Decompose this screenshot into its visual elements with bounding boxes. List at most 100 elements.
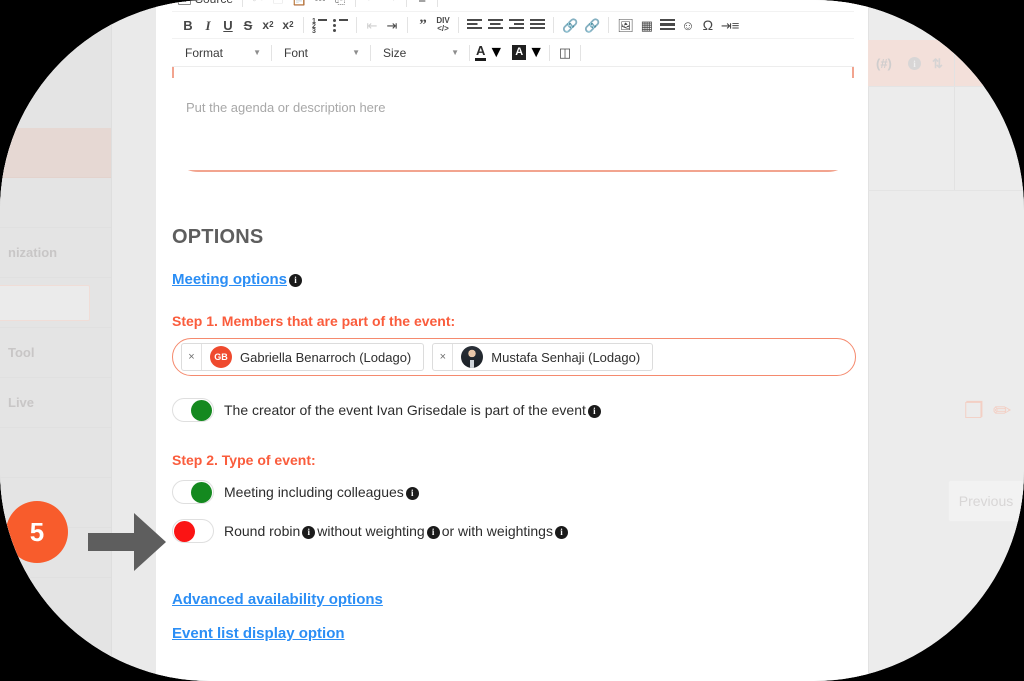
unlink-icon[interactable]: 🔗 [581,15,603,35]
size-select-value: Size [383,45,407,60]
bulleted-list-icon[interactable] [330,15,351,35]
page-break-icon[interactable]: ⇥≡ [718,15,742,35]
previous-button: Previous [948,480,1024,522]
main-content: 〈〉 Source ✂ 🗋 📋 ⎓ ⎘ ↶ ↷ ≡ B I U [156,0,868,681]
member-name: Gabriella Benarroch (Lodago) [240,349,412,365]
align-center-icon[interactable] [485,15,506,35]
background-divider [954,40,955,190]
outdent-icon[interactable]: ⇤ [362,15,382,35]
creator-toggle-row: The creator of the event Ivan Grisedale … [172,398,862,422]
paste-icon[interactable]: 📋 [288,0,310,9]
table-icon[interactable]: ▦ [637,15,657,35]
event-list-display-option-link[interactable]: Event list display option [172,625,345,642]
step1-label: Step 1. Members that are part of the eve… [172,313,456,329]
paste-text-icon[interactable]: ⎓ [310,0,330,9]
smiley-icon[interactable]: ☺ [678,15,698,35]
horizontal-rule-icon[interactable] [657,15,678,35]
chevron-down-icon: ▼ [352,48,360,57]
copy-icon[interactable]: 🗋 [268,0,288,9]
info-icon[interactable]: i [554,525,568,539]
info-icon[interactable]: i [426,525,440,539]
indent-icon[interactable]: ⇥ [382,15,402,35]
round-robin-label: Round robin i without weighting i or with we… [224,523,570,539]
superscript-icon[interactable]: x2 [278,15,298,35]
redo-icon[interactable]: ↷ [381,0,401,9]
toolbar-separator [458,17,459,33]
blockquote-icon[interactable]: ” [413,15,433,35]
members-input-field[interactable]: × GB Gabriella Benarroch (Lodago) × Must… [172,338,856,376]
toolbar-row-formatting: B I U S x2 x2 123 ⇤ ⇥ ” DIV </> 🔗 🔗 🖼 ▦ … [172,12,854,39]
options-section: OPTIONS Meeting options i Step 1. Members… [172,226,862,643]
numbered-list-icon[interactable]: 123 [309,15,330,35]
round-robin-toggle[interactable] [172,519,214,543]
strikethrough-icon[interactable]: S [238,15,258,35]
toolbar-separator [406,0,408,7]
div-container-icon[interactable]: DIV </> [433,15,453,35]
info-icon[interactable]: i [405,486,419,500]
italic-icon[interactable]: I [198,15,218,35]
font-select[interactable]: Font ▼ [277,42,365,64]
advanced-availability-options-link[interactable]: Advanced availability options [172,591,383,608]
bold-icon[interactable]: B [178,15,198,35]
member-name: Mustafa Senhaji (Lodago) [491,349,641,365]
background-column-header: (#) [876,56,892,71]
chevron-down-icon: ▼ [451,48,459,57]
background-sidebar-row [0,428,111,478]
font-select-value: Font [284,45,309,60]
underline-icon[interactable]: U [218,15,238,35]
background-input-box [0,284,90,321]
remove-member-button[interactable]: × [433,344,454,370]
background-sidebar-row: Tool [0,328,111,378]
show-blocks-icon[interactable]: ◫ [555,43,575,63]
background-sidebar-row [0,178,111,228]
omega-icon[interactable]: Ω [698,15,718,35]
creator-part-of-event-toggle[interactable] [172,398,214,422]
format-select[interactable]: Format ▼ [178,42,266,64]
screen-mask: nization Tool Live (#) i ⇅ ❐ ✏ Previous … [0,0,1024,681]
step-number-badge: 5 [6,501,68,563]
align-left-icon[interactable] [464,15,485,35]
background-sidebar-row: Live [0,378,111,428]
link-icon[interactable]: 🔗 [559,15,581,35]
description-editor[interactable]: Put the agenda or description here [172,78,854,170]
source-button[interactable]: 〈〉 Source [177,0,237,6]
chevron-down-icon: ▼ [253,48,261,57]
background-color-button[interactable]: A ▼ [512,44,544,62]
member-chip[interactable]: × GB Gabriella Benarroch (Lodago) [181,343,425,371]
source-button-label: Source [195,0,233,6]
background-sidebar-row [0,128,111,178]
meeting-options-link[interactable]: Meeting options [172,271,287,288]
info-icon[interactable]: i [587,404,601,418]
align-justify-icon[interactable] [527,15,548,35]
toolbar-separator [242,0,244,7]
toolbar-separator [608,17,610,33]
text-color-button[interactable]: A ▼ [475,44,504,62]
member-chip[interactable]: × Mustafa Senhaji (Lodago) [432,343,654,371]
info-icon[interactable]: i [289,273,302,287]
toolbar-separator [580,44,582,61]
scissors-icon[interactable]: ✂ [248,0,268,9]
background-right-panel: (#) i ⇅ ❐ ✏ Previous ■■ [856,0,1024,681]
creator-toggle-text: The creator of the event Ivan Grisedale … [224,402,586,418]
size-select[interactable]: Size ▼ [376,42,464,64]
options-heading: OPTIONS [172,226,264,248]
toolbar-separator [271,44,272,61]
text-color-icon: A [475,44,487,61]
background-sidebar-row: nization [0,228,111,278]
toolbar-separator [303,17,304,33]
info-icon[interactable]: i [302,525,316,539]
toggle-knob [191,400,212,421]
meeting-including-colleagues-toggle[interactable] [172,480,214,504]
meeting-colleagues-row: Meeting including colleagues i [172,480,862,504]
toggle-knob [174,521,195,542]
info-icon: i [908,57,921,70]
paste-word-icon[interactable]: ⎘ [330,0,350,9]
round-robin-text-3: or with weightings [441,523,553,539]
subscript-icon[interactable]: x2 [258,15,278,35]
remove-format-icon[interactable]: ≡ [412,0,432,9]
undo-icon[interactable]: ↶ [361,0,381,9]
remove-member-button[interactable]: × [182,344,202,370]
member-chip-body: GB Gabriella Benarroch (Lodago) [202,346,423,368]
image-icon[interactable]: 🖼 [614,15,637,35]
align-right-icon[interactable] [506,15,527,35]
